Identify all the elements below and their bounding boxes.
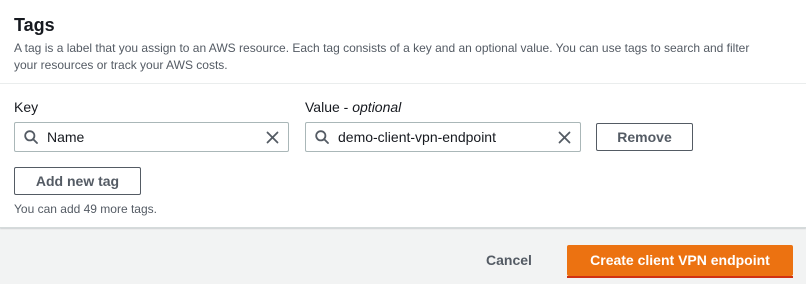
remaining-tags-hint: You can add 49 more tags. [14,202,157,216]
create-client-vpn-endpoint-button[interactable]: Create client VPN endpoint [567,245,793,276]
value-label-text: Value [305,99,340,115]
close-icon[interactable] [558,131,571,144]
value-label-optional: optional [352,99,402,115]
search-icon [315,130,329,144]
tag-key-input[interactable]: Name [14,122,289,152]
remove-tag-button[interactable]: Remove [596,123,693,151]
tag-key-value: Name [47,129,85,145]
search-icon [24,130,38,144]
close-icon[interactable] [266,131,279,144]
tag-value-value: demo-client-vpn-endpoint [338,129,496,145]
submit-focus-underline [567,276,793,278]
value-label: Value - optional [305,99,402,115]
panel-description: A tag is a label that you assign to an A… [14,41,750,72]
tags-panel: Tags A tag is a label that you assign to… [0,0,806,228]
tag-value-input[interactable]: demo-client-vpn-endpoint [305,122,581,152]
panel-title: Tags [14,15,55,35]
add-new-tag-button[interactable]: Add new tag [14,167,141,195]
tags-panel-header: Tags A tag is a label that you assign to… [0,0,806,84]
cancel-button[interactable]: Cancel [486,252,532,268]
key-label: Key [14,99,39,115]
